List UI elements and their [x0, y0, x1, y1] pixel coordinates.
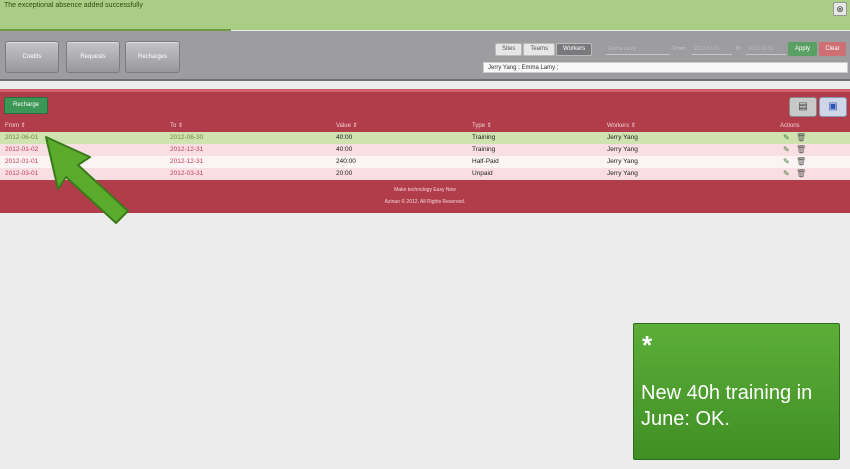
to-date-cell: 2012-06-30	[170, 134, 204, 141]
value-cell: 20:00	[336, 170, 353, 177]
type-cell: Unpaid	[472, 170, 493, 177]
to-label: To:	[735, 46, 742, 52]
close-icon[interactable]: ⊗	[833, 2, 847, 16]
type-cell: Training	[472, 146, 496, 153]
worker-cell: Jerry Yang	[607, 146, 638, 153]
type-cell: Half-Paid	[472, 158, 499, 165]
from-label: From:	[673, 46, 687, 52]
grid-view-icon[interactable]: ▣	[819, 97, 847, 117]
to-date-cell: 2012-12-31	[170, 158, 204, 165]
tab-requests[interactable]: Requests	[66, 41, 120, 73]
value-cell: 40:00	[336, 146, 353, 153]
tab-recharges[interactable]: Recharges	[125, 41, 180, 73]
tab-teams[interactable]: Teams	[523, 43, 556, 56]
from-date-input[interactable]: 2012-01-01	[692, 44, 732, 55]
value-cell: 240:00	[336, 158, 356, 165]
callout-star: *	[642, 330, 653, 360]
column-from[interactable]: From ⇕	[5, 120, 26, 132]
edit-icon[interactable]: ✎	[783, 156, 790, 168]
from-date-link[interactable]: 2012-01-02	[5, 144, 38, 156]
worker-cell: Jerry Yang	[607, 134, 638, 141]
top-toolbar: Credits Requests Recharges	[0, 31, 850, 81]
edit-icon[interactable]: ✎	[783, 144, 790, 156]
callout-text: New 40h training in June: OK.	[641, 382, 813, 430]
selected-workers-field[interactable]: Jerry Yang ; Emma Lamy ;	[483, 62, 848, 73]
delete-icon[interactable]: 🗑	[796, 156, 806, 168]
apply-button[interactable]: Apply	[788, 42, 817, 56]
from-date-link[interactable]: 2012-01-01	[5, 156, 38, 168]
notification-message: The exceptional absence added successful…	[4, 2, 143, 9]
notification-bar: The exceptional absence added successful…	[0, 0, 850, 31]
to-date-cell: 2012-12-31	[170, 146, 204, 153]
delete-icon[interactable]: 🗑	[796, 168, 806, 180]
sort-icon: ⇕	[486, 123, 492, 129]
clear-button[interactable]: Clear	[819, 42, 846, 56]
worker-cell: Jerry Yang	[607, 170, 638, 177]
delete-icon[interactable]: 🗑	[796, 132, 806, 144]
column-workers[interactable]: Workers ⇕	[607, 120, 636, 132]
edit-icon[interactable]: ✎	[783, 132, 790, 144]
value-cell: 40:00	[336, 134, 353, 141]
recharge-button[interactable]: Recharge	[4, 97, 48, 114]
type-cell: Training	[472, 134, 496, 141]
sort-icon: ⇕	[20, 123, 26, 129]
to-date-input[interactable]: 2012-12-31	[746, 44, 786, 55]
column-value[interactable]: Value ⇕	[336, 120, 358, 132]
to-date-cell: 2012-03-31	[170, 170, 204, 177]
tab-sites[interactable]: Sites	[495, 43, 523, 56]
tab-workers[interactable]: Workers	[556, 43, 593, 56]
column-to[interactable]: To ⇕	[170, 120, 183, 132]
from-date-link[interactable]: 2012-06-01	[5, 132, 38, 144]
column-type[interactable]: Type ⇕	[472, 120, 492, 132]
list-view-icon[interactable]: ▤	[789, 97, 817, 117]
sort-icon: ⇕	[630, 123, 636, 129]
sort-icon: ⇕	[178, 123, 184, 129]
tab-credits[interactable]: Credits	[5, 41, 59, 73]
worker-search-input[interactable]: Emma Lamy	[606, 44, 670, 55]
column-actions: Actions	[780, 123, 800, 129]
delete-icon[interactable]: 🗑	[796, 144, 806, 156]
sort-icon: ⇕	[352, 123, 358, 129]
filter-scope-tabs: Sites Teams Workers	[495, 43, 593, 56]
edit-icon[interactable]: ✎	[783, 168, 790, 180]
from-date-link[interactable]: 2012-03-01	[5, 168, 38, 180]
annotation-arrow-icon	[45, 136, 129, 224]
annotation-callout: * New 40h training in June: OK.	[633, 323, 840, 460]
worker-cell: Jerry Yang	[607, 158, 638, 165]
table-header: From ⇕ To ⇕ Value ⇕ Type ⇕ Workers ⇕ Act…	[0, 120, 850, 132]
